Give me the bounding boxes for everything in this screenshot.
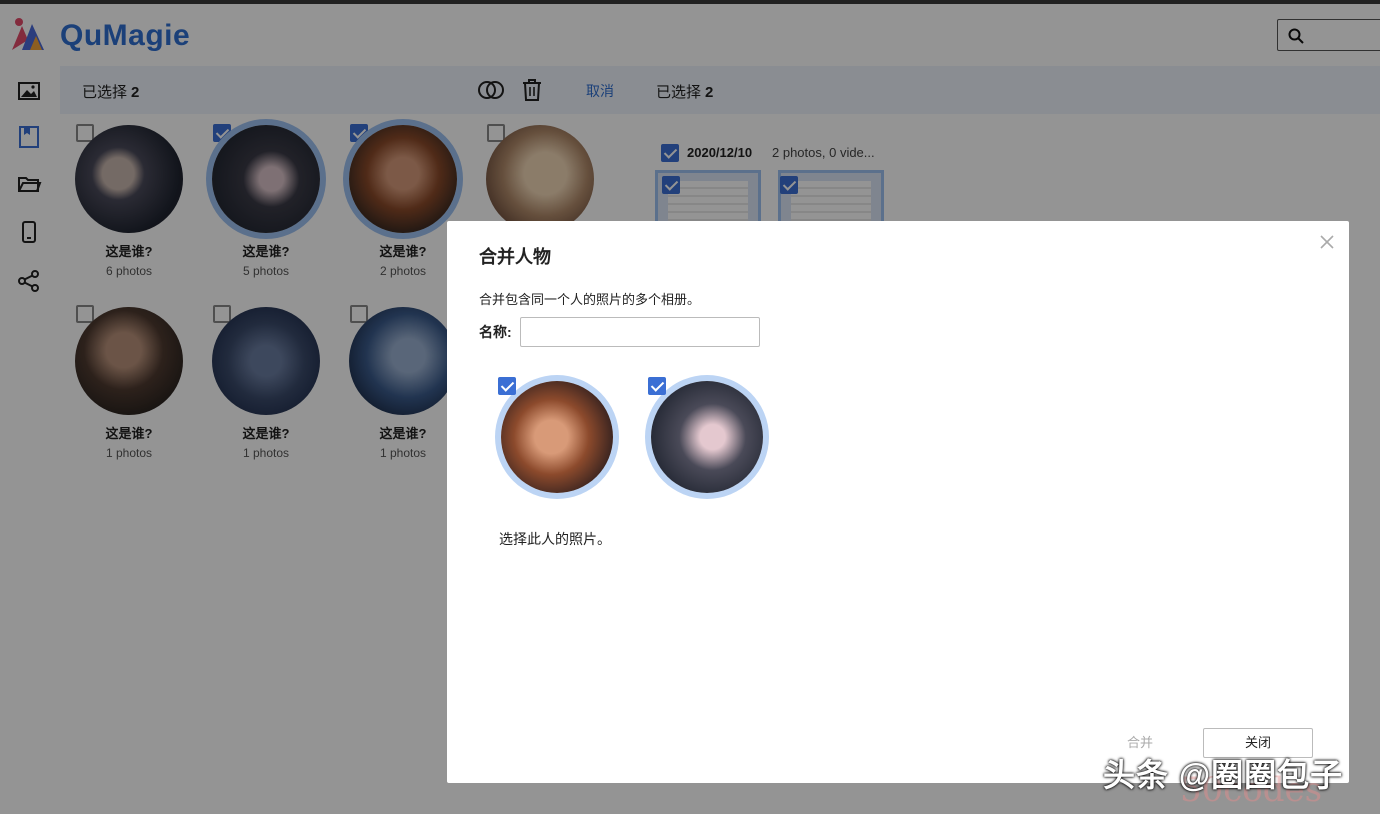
merge-face-avatar[interactable] (501, 381, 613, 493)
dialog-hint: 选择此人的照片。 (499, 531, 611, 547)
dialog-title: 合并人物 (479, 247, 551, 267)
name-input[interactable] (520, 317, 760, 347)
merge-face-avatar[interactable] (651, 381, 763, 493)
merge-people-dialog: 合并人物 合并包含同一个人的照片的多个相册。 名称: 选择此人的照片。 合并 关… (447, 221, 1349, 783)
merge-face-checkbox[interactable] (498, 377, 516, 395)
merge-face-checkbox[interactable] (648, 377, 666, 395)
watermark: 头条 @圈圈包子 (1103, 757, 1344, 793)
close-icon[interactable] (1319, 234, 1335, 250)
dialog-description: 合并包含同一个人的照片的多个相册。 (479, 292, 701, 307)
name-field-label: 名称: (479, 324, 512, 340)
